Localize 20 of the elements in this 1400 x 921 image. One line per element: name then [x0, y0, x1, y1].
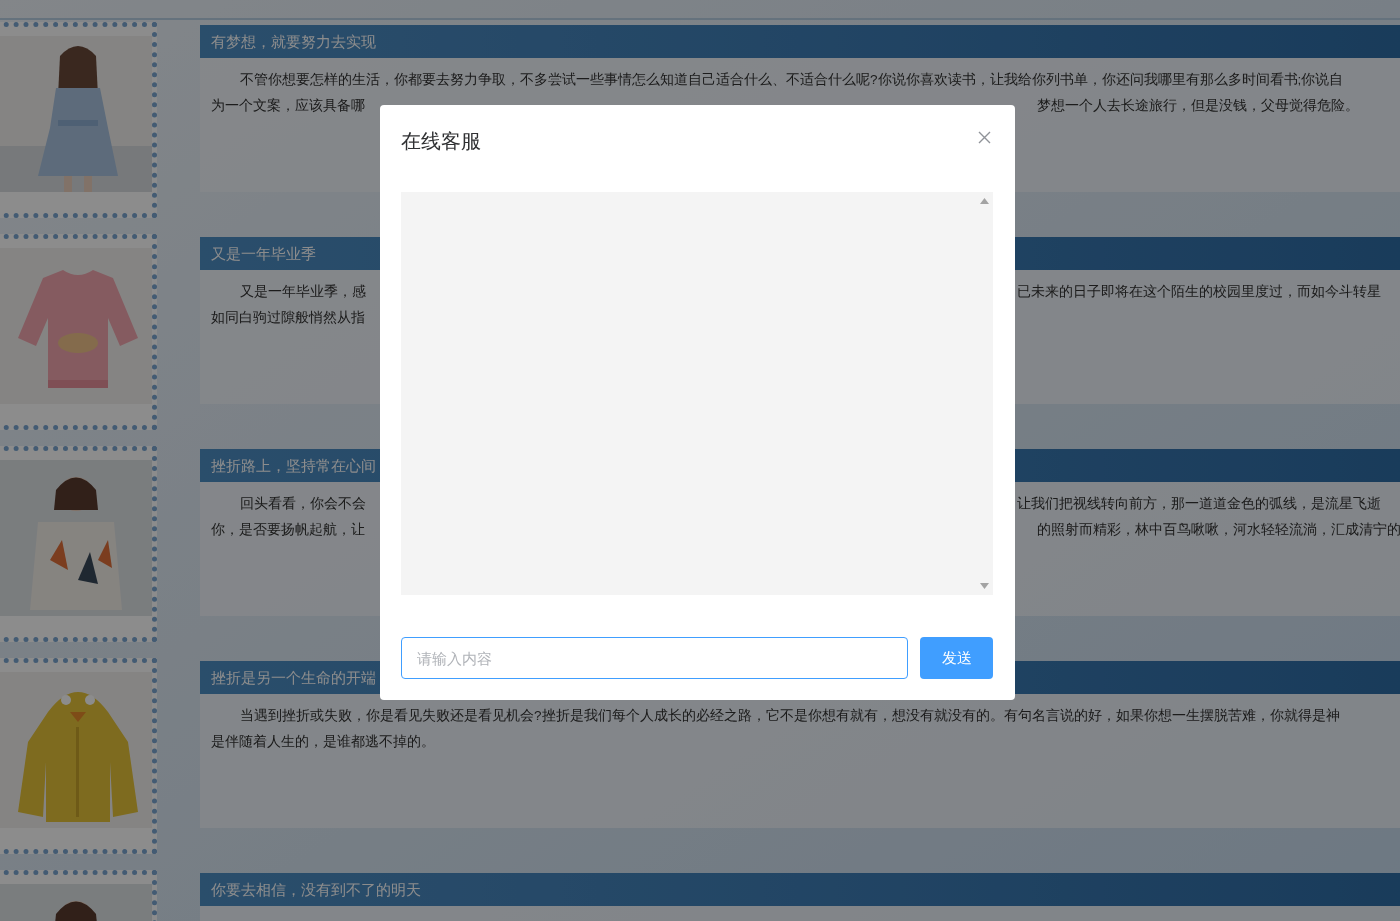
paragraph-text: 回头看看，你会不会	[239, 495, 366, 513]
paragraph-text: 的照射而精彩，林中百鸟啾啾，河水轻轻流淌，汇成清宁的	[1037, 521, 1400, 539]
paragraph-text: 又是一年毕业季，感	[239, 283, 366, 301]
paragraph-text: 为一个文案，应该具备哪	[211, 97, 365, 115]
article-title-bar[interactable]: 有梦想，就要努力去实现	[200, 25, 1400, 58]
paragraph-text: 已未来的日子即将在这个陌生的校园里度过，而如今斗转星	[1017, 283, 1381, 301]
send-button[interactable]: 发送	[920, 637, 993, 679]
paragraph-text: 不管你想要怎样的生活，你都要去努力争取，不多尝试一些事情怎么知道自己适合什么、不适合什么呢?你说你喜欢读书，让我给你列书单，你还问我哪里有那么多时间看书;你说自	[239, 71, 1344, 89]
dialog-title: 在线客服	[401, 129, 481, 154]
article-title-bar[interactable]: 你要去相信，没有到不了的明天	[200, 873, 1400, 906]
paragraph-text: 你，是否要扬帆起航，让	[211, 521, 365, 539]
paragraph-text: 如同白驹过隙般悄然从指	[211, 309, 365, 327]
close-icon[interactable]	[978, 131, 991, 144]
scroll-down-icon[interactable]	[980, 583, 989, 589]
scroll-up-icon[interactable]	[980, 198, 989, 204]
paragraph-text: 是伴随着人生的，是谁都逃不掉的。	[211, 733, 435, 751]
message-input[interactable]: 请输入内容	[401, 637, 908, 679]
paragraph-text: 当遇到挫折或失败，你是看见失败还是看见机会?挫折是我们每个人成长的必经之路，它不是你想有就有，想没有就没有的。有句名言说的好，如果你想一生摆脱苦难，你就得是神	[239, 707, 1340, 725]
paragraph-text: 让我们把视线转向前方，那一道道金色的弧线，是流星飞逝	[1017, 495, 1381, 513]
paragraph-text: 梦想一个人去长途旅行，但是没钱，父母觉得危险。	[1037, 97, 1359, 115]
